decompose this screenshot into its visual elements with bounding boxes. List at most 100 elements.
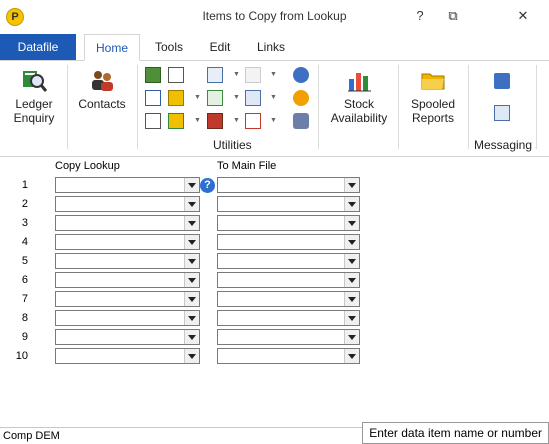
chevron-down-icon[interactable] <box>184 273 199 287</box>
main-file-combo[interactable] <box>217 348 360 364</box>
dropdown-arrow-icon[interactable]: ▼ <box>270 71 277 78</box>
spooled-reports-button[interactable]: Spooled Reports <box>404 67 462 125</box>
chevron-down-icon[interactable] <box>184 311 199 325</box>
main-file-combo[interactable] <box>217 253 360 269</box>
row-number: 5 <box>21 255 28 267</box>
main-file-combo[interactable] <box>217 310 360 326</box>
chevron-down-icon[interactable] <box>184 235 199 249</box>
chevron-down-icon[interactable] <box>344 311 359 325</box>
copy-lookup-combo[interactable] <box>55 310 200 326</box>
chevron-down-icon[interactable] <box>344 330 359 344</box>
ribbon: Ledger Enquiry Contacts ▼ ▼ ▼ ▼ ▼ ▼ ▼ ▼ … <box>0 61 549 157</box>
chevron-down-icon[interactable] <box>344 349 359 363</box>
window-title: Items to Copy from Lookup <box>202 9 347 23</box>
chevron-down-icon[interactable] <box>184 197 199 211</box>
stock-label-line2: Availability <box>330 111 388 125</box>
chevron-down-icon[interactable] <box>344 273 359 287</box>
copy-lookup-combo[interactable] <box>55 329 200 345</box>
copy-lookup-combo[interactable] <box>55 253 200 269</box>
row-number: 3 <box>21 217 28 229</box>
dropdown-arrow-icon[interactable]: ▼ <box>233 117 240 124</box>
chevron-down-icon[interactable] <box>184 349 199 363</box>
main-file-combo[interactable] <box>217 272 360 288</box>
main-file-combo[interactable] <box>217 329 360 345</box>
row-number: 6 <box>21 274 28 286</box>
books-icon[interactable] <box>207 113 223 129</box>
at-sign-icon[interactable] <box>293 90 309 106</box>
contacts-icon <box>92 71 113 91</box>
copy-items-form: Copy Lookup To Main File ? 1 2 3 4 5 6 7 8 9 10 <box>0 157 549 427</box>
copy-lookup-combo[interactable] <box>55 215 200 231</box>
copy-lookup-combo[interactable] <box>55 234 200 250</box>
tab-datafile[interactable]: Datafile <box>0 34 76 60</box>
contacts-button[interactable]: Contacts <box>72 67 132 111</box>
main-file-combo[interactable] <box>217 234 360 250</box>
row-number: 7 <box>21 293 28 305</box>
main-file-combo[interactable] <box>217 196 360 212</box>
title-bar: P Items to Copy from Lookup ? ⧉ ✕ <box>0 0 549 34</box>
open-envelope-icon[interactable] <box>494 105 510 121</box>
calendar-icon[interactable] <box>145 90 161 106</box>
messaging-group-label: Messaging <box>474 138 533 152</box>
tab-tools[interactable]: Tools <box>146 34 192 60</box>
ribbon-separator <box>137 65 138 149</box>
copy-lookup-combo[interactable] <box>55 196 200 212</box>
settings-network-icon[interactable] <box>293 113 309 129</box>
chevron-down-icon[interactable] <box>184 216 199 230</box>
copy-lookup-combo[interactable] <box>55 272 200 288</box>
eraser-icon[interactable] <box>245 67 261 83</box>
chevron-down-icon[interactable] <box>184 292 199 306</box>
chevron-down-icon[interactable] <box>344 292 359 306</box>
stock-availability-button[interactable]: Stock Availability <box>326 67 392 125</box>
chevron-down-icon[interactable] <box>344 178 359 192</box>
row-number: 10 <box>15 350 28 362</box>
globe-icon[interactable] <box>293 67 309 83</box>
dropdown-arrow-icon[interactable]: ▼ <box>194 117 201 124</box>
copy-lookup-combo[interactable] <box>55 348 200 364</box>
folder-arrow-icon[interactable] <box>168 90 184 106</box>
dropdown-arrow-icon[interactable]: ▼ <box>233 71 240 78</box>
ledger-enquiry-button[interactable]: Ledger Enquiry <box>6 67 62 125</box>
main-file-combo[interactable] <box>217 177 360 193</box>
copy-lookup-combo[interactable] <box>55 291 200 307</box>
copy-lookup-combo[interactable] <box>55 177 200 193</box>
checklist-icon[interactable] <box>168 67 184 83</box>
main-file-combo[interactable] <box>217 215 360 231</box>
folder-icon <box>421 73 445 90</box>
chevron-down-icon[interactable] <box>344 197 359 211</box>
dropdown-arrow-icon[interactable]: ▼ <box>194 94 201 101</box>
status-bar: Comp DEM Enter data item name or number <box>0 422 549 444</box>
stock-label-line1: Stock <box>343 97 374 111</box>
chevron-down-icon[interactable] <box>344 216 359 230</box>
tab-links[interactable]: Links <box>248 34 294 60</box>
chevron-down-icon[interactable] <box>184 254 199 268</box>
chevron-down-icon[interactable] <box>344 254 359 268</box>
contact-card-icon[interactable] <box>207 67 223 83</box>
send-message-icon[interactable] <box>494 73 510 89</box>
ledger-search-icon <box>23 71 47 92</box>
main-file-combo[interactable] <box>217 291 360 307</box>
chevron-down-icon[interactable] <box>184 330 199 344</box>
close-button[interactable]: ✕ <box>510 6 536 26</box>
help-icon[interactable]: ? <box>200 178 215 193</box>
spooled-label-line2: Reports <box>411 111 455 125</box>
dropdown-arrow-icon[interactable]: ▼ <box>270 117 277 124</box>
bar-chart-icon <box>348 73 371 92</box>
dropdown-arrow-icon[interactable]: ▼ <box>233 94 240 101</box>
chevron-down-icon[interactable] <box>344 235 359 249</box>
dropdown-arrow-icon[interactable]: ▼ <box>270 94 277 101</box>
folder-back-icon[interactable] <box>168 113 184 129</box>
row-number: 4 <box>21 236 28 248</box>
tab-home[interactable]: Home <box>84 34 140 61</box>
chevron-down-icon[interactable] <box>184 178 199 192</box>
calculator-icon[interactable] <box>145 67 161 83</box>
add-card-icon[interactable] <box>207 90 223 106</box>
help-button[interactable]: ? <box>407 6 433 26</box>
ribbon-separator <box>398 65 399 149</box>
window-list-icon[interactable] <box>245 90 261 106</box>
restore-button[interactable]: ⧉ <box>440 6 466 26</box>
tab-edit[interactable]: Edit <box>200 34 240 60</box>
task-check-icon[interactable] <box>245 113 261 129</box>
row-number: 9 <box>21 331 28 343</box>
document-icon[interactable] <box>145 113 161 129</box>
